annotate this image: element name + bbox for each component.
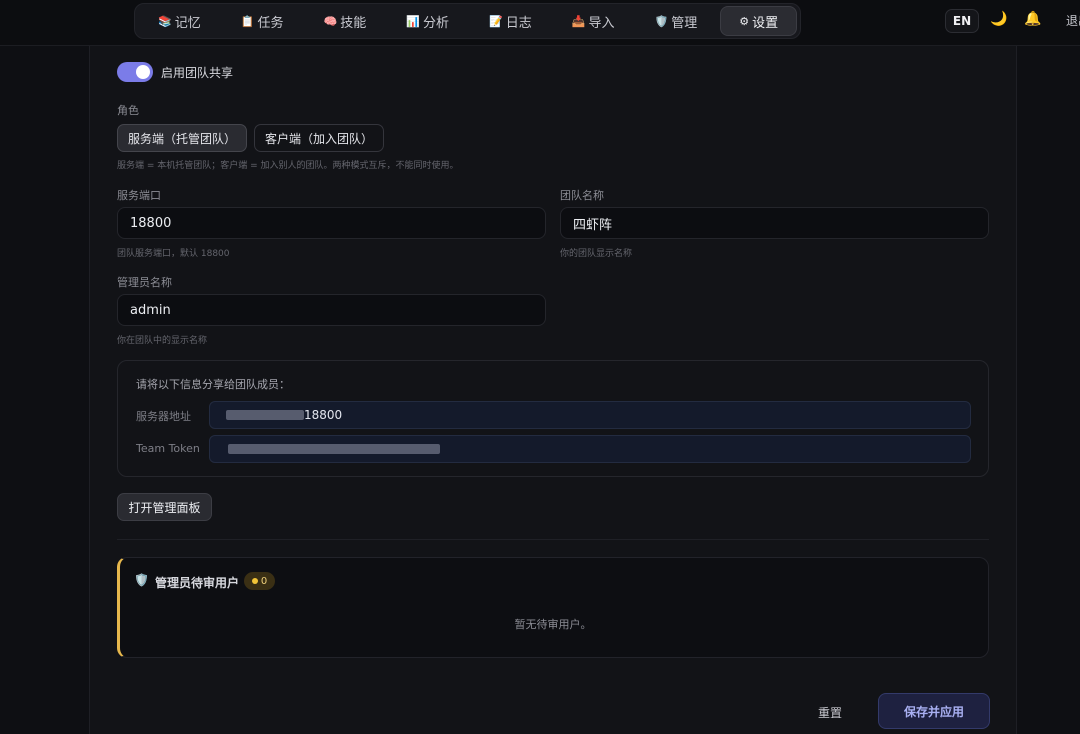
shield-icon: 🛡️ [134,573,149,587]
nav-tab-label: 导入 [588,15,615,31]
port-input[interactable]: 18800 [117,207,546,239]
inbox-tray-icon: 📥 [571,14,586,28]
nav-tab-label: 设置 [752,15,779,31]
port-label: 服务端口 [117,189,161,202]
admin-name-hint: 你在团队中的显示名称 [117,336,208,346]
nav-tab-skills[interactable]: 🧠 技能 [304,6,387,36]
logout-link[interactable]: 退出 [1066,12,1080,29]
nav-tab-label: 日志 [505,15,532,31]
share-info-title: 请将以下信息分享给团队成员： [136,378,290,391]
section-divider [117,539,989,540]
role-label: 角色 [117,104,139,117]
server-address-label: 服务器地址 [136,410,191,423]
pending-count-badge: 0 [244,572,275,590]
team-name-label: 团队名称 [560,189,604,202]
main-nav: 📚 记忆 📋 任务 🧠 技能 📊 分析 📝 日志 📥 导入 🛡️ 管理 ⚙ 设置 [134,3,801,39]
moon-icon[interactable]: 🌙 [990,11,1007,27]
team-sharing-label: 启用团队共享 [161,66,234,80]
server-address-suffix: 18800 [304,408,343,422]
redacted-text [226,410,304,420]
nav-tab-import[interactable]: 📥 导入 [552,6,635,36]
role-server-button[interactable]: 服务端（托管团队） [117,124,247,152]
top-bar: 📚 记忆 📋 任务 🧠 技能 📊 分析 📝 日志 📥 导入 🛡️ 管理 ⚙ 设置 EN 🌙 🔔 … [0,0,1080,46]
bar-chart-icon: 📊 [406,14,420,28]
nav-tab-memory[interactable]: 📚 记忆 [138,6,221,36]
brain-icon: 🧠 [323,14,338,28]
nav-tab-analytics[interactable]: 📊 分析 [386,6,469,36]
open-admin-panel-button[interactable]: 打开管理面板 [117,493,212,521]
save-apply-button[interactable]: 保存并应用 [878,693,990,729]
port-hint: 团队服务端口，默认 18800 [117,249,230,259]
nav-tab-label: 分析 [422,15,449,31]
status-dot [251,578,258,584]
pending-empty-text: 暂无待审用户。 [514,618,592,631]
books-icon: 📚 [158,14,172,28]
nav-tab-logs[interactable]: 📝 日志 [469,6,552,36]
pending-count: 0 [260,575,268,587]
clipboard-icon: 📋 [240,14,255,28]
nav-tab-label: 管理 [671,15,698,31]
shield-icon: 🛡️ [654,14,669,28]
team-token-label: Team Token [136,442,200,455]
gear-icon: ⚙ [739,14,750,28]
team-token-field[interactable] [209,435,971,463]
nav-tab-settings[interactable]: ⚙ 设置 [720,6,798,36]
team-name-hint: 你的团队显示名称 [560,249,633,259]
admin-name-input[interactable]: admin [117,294,546,326]
pending-users-title: 管理员待审用户 [155,576,240,590]
nav-tab-label: 任务 [257,15,284,31]
admin-name-label: 管理员名称 [117,276,172,289]
role-client-button[interactable]: 客户端（加入团队） [254,124,384,152]
language-toggle-button[interactable]: EN [945,9,979,33]
nav-tab-label: 记忆 [174,15,201,31]
toggle-knob [136,65,150,79]
nav-tab-admin[interactable]: 🛡️ 管理 [635,6,718,36]
nav-tab-tasks[interactable]: 📋 任务 [221,6,304,36]
server-address-field[interactable]: 18800 [209,401,971,429]
bell-icon[interactable]: 🔔 [1024,11,1041,27]
nav-tab-label: 技能 [340,15,367,31]
redacted-text [228,444,440,454]
memo-icon: 📝 [489,14,503,28]
team-name-input[interactable]: 四虾阵 [560,207,989,239]
reset-button[interactable]: 重置 [802,702,858,722]
role-hint: 服务端 = 本机托管团队；客户端 = 加入别人的团队。两种模式互斥，不能同时使用… [117,161,459,171]
team-sharing-toggle[interactable] [117,62,153,82]
